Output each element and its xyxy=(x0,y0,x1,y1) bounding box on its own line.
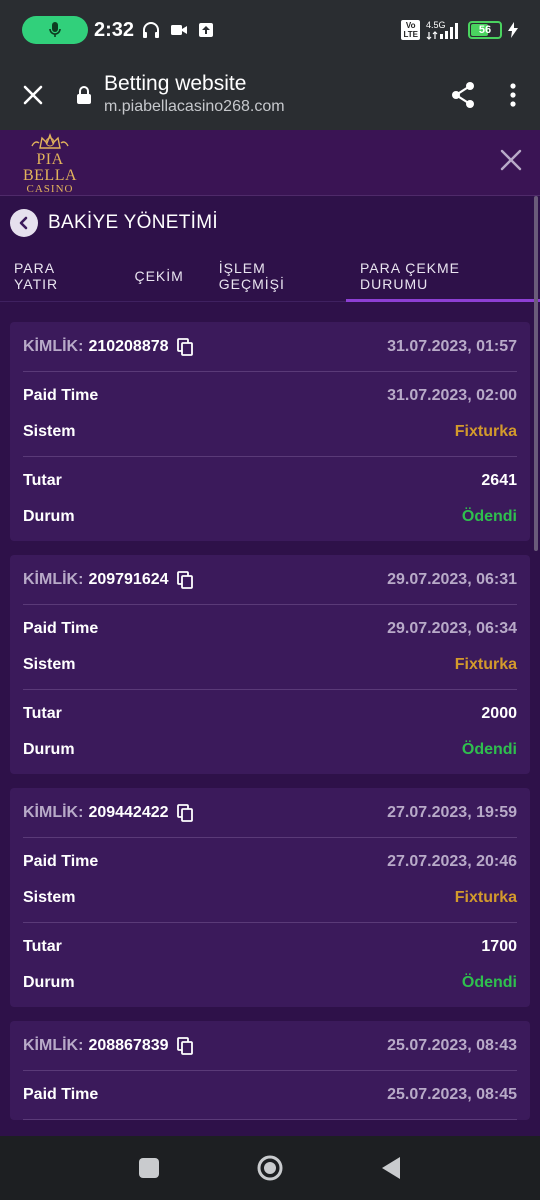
paid-time-label: Paid Time xyxy=(23,853,99,870)
amount-value: 2000 xyxy=(481,705,517,722)
page-title: BAKİYE YÖNETİMİ xyxy=(48,212,218,233)
transaction-id: 209442422 xyxy=(88,803,169,821)
withdrawal-card: KİMLİK: 208867839 25.07.2023, 08:43 Paid… xyxy=(10,1021,530,1120)
paid-time-value: 29.07.2023, 06:34 xyxy=(387,620,517,637)
paid-time-value: 27.07.2023, 20:46 xyxy=(387,853,517,870)
tab-transaction-history[interactable]: İŞLEM GEÇMİŞİ xyxy=(219,250,332,301)
browser-toolbar: Betting website m.piabellacasino268.com xyxy=(0,60,540,130)
id-label: KİMLİK: xyxy=(23,337,84,355)
withdrawal-list: KİMLİK: 210208878 31.07.2023, 01:57 Paid… xyxy=(0,302,540,1120)
amount-label: Tutar xyxy=(23,938,62,955)
logo-subtitle: CASINO xyxy=(26,183,74,195)
paid-time-label: Paid Time xyxy=(23,620,99,637)
page-title-browser: Betting website xyxy=(104,72,247,95)
status-label: Durum xyxy=(23,974,75,991)
close-icon xyxy=(500,149,522,171)
close-panel-button[interactable] xyxy=(500,149,522,176)
microphone-icon xyxy=(49,22,61,37)
site-header: PIA BELLA CASINO xyxy=(0,130,540,196)
id-label: KİMLİK: xyxy=(23,803,84,821)
page-header: BAKİYE YÖNETİMİ xyxy=(0,196,540,250)
request-date: 27.07.2023, 19:59 xyxy=(387,803,517,821)
mic-active-indicator[interactable] xyxy=(22,16,88,44)
request-date: 25.07.2023, 08:43 xyxy=(387,1036,517,1054)
request-date: 29.07.2023, 06:31 xyxy=(387,570,517,588)
crown-logo-icon xyxy=(31,133,69,149)
balance-management-page: BAKİYE YÖNETİMİ PARA YATIR ÇEKİM İŞLEM G… xyxy=(0,196,540,1136)
paid-time-value: 25.07.2023, 08:45 xyxy=(387,1086,517,1103)
logo-title: PIA BELLA xyxy=(22,151,78,184)
status-badge: Ödendi xyxy=(461,974,517,991)
charging-bolt-icon xyxy=(508,22,518,38)
status-badge: Ödendi xyxy=(461,741,517,758)
copy-icon[interactable] xyxy=(176,337,193,356)
headset-icon xyxy=(143,22,160,38)
site-logo[interactable]: PIA BELLA CASINO xyxy=(12,130,88,195)
tab-bar: PARA YATIR ÇEKİM İŞLEM GEÇMİŞİ PARA ÇEKM… xyxy=(0,250,540,302)
tab-deposit[interactable]: PARA YATIR xyxy=(14,250,99,301)
withdrawal-card: KİMLİK: 210208878 31.07.2023, 01:57 Paid… xyxy=(10,322,530,541)
status-bar: 2:32 Vo LTE 4.5G 56 xyxy=(0,0,540,60)
amount-value: 1700 xyxy=(481,938,517,955)
status-label: Durum xyxy=(23,508,75,525)
upload-icon xyxy=(199,23,214,37)
scrollbar[interactable] xyxy=(534,196,538,551)
paid-time-label: Paid Time xyxy=(23,387,99,404)
system-label: Sistem xyxy=(23,656,76,673)
svg-text:4.5G: 4.5G xyxy=(426,20,446,30)
withdrawal-card: KİMLİK: 209442422 27.07.2023, 19:59 Paid… xyxy=(10,788,530,1007)
close-icon xyxy=(23,85,43,105)
system-value: Fixturka xyxy=(454,656,517,673)
transaction-id: 210208878 xyxy=(88,337,169,355)
system-value: Fixturka xyxy=(454,889,517,906)
system-label: Sistem xyxy=(23,423,76,440)
status-badge: Ödendi xyxy=(461,508,517,525)
amount-label: Tutar xyxy=(23,472,62,489)
paid-time-label: Paid Time xyxy=(23,1086,99,1103)
volte-badge: Vo LTE xyxy=(401,20,420,40)
id-label: KİMLİK: xyxy=(23,570,84,588)
share-icon[interactable] xyxy=(450,81,476,109)
chevron-left-icon xyxy=(19,216,28,230)
more-menu-icon[interactable] xyxy=(510,83,516,107)
close-tab-button[interactable] xyxy=(0,60,66,130)
home-icon[interactable] xyxy=(256,1154,284,1182)
withdrawal-card: KİMLİK: 209791624 29.07.2023, 06:31 Paid… xyxy=(10,555,530,774)
lock-icon[interactable] xyxy=(76,85,92,105)
transaction-id: 209791624 xyxy=(88,570,169,588)
transaction-id: 208867839 xyxy=(88,1036,169,1054)
system-value: Fixturka xyxy=(454,423,517,440)
video-camera-icon xyxy=(171,25,188,35)
amount-value: 2641 xyxy=(481,472,517,489)
copy-icon[interactable] xyxy=(176,1036,193,1055)
address-bar[interactable]: Betting website m.piabellacasino268.com xyxy=(104,72,285,118)
system-navigation-bar xyxy=(0,1136,540,1200)
battery-icon: 56 xyxy=(468,21,502,39)
paid-time-value: 31.07.2023, 02:00 xyxy=(387,387,517,404)
amount-label: Tutar xyxy=(23,705,62,722)
clock: 2:32 xyxy=(94,18,135,41)
system-label: Sistem xyxy=(23,889,76,906)
signal-4-5g-icon: 4.5G xyxy=(426,20,458,40)
tab-withdrawal-status[interactable]: PARA ÇEKME DURUMU xyxy=(346,250,540,302)
id-label: KİMLİK: xyxy=(23,1036,84,1054)
tab-withdraw[interactable]: ÇEKİM xyxy=(134,250,183,301)
request-date: 31.07.2023, 01:57 xyxy=(387,337,517,355)
back-button[interactable] xyxy=(10,209,38,237)
back-icon[interactable] xyxy=(380,1156,402,1180)
copy-icon[interactable] xyxy=(176,570,193,589)
status-label: Durum xyxy=(23,741,75,758)
copy-icon[interactable] xyxy=(176,803,193,822)
battery-level: 56 xyxy=(478,24,492,36)
url-text: m.piabellacasino268.com xyxy=(104,98,285,115)
recent-apps-icon[interactable] xyxy=(138,1157,160,1179)
